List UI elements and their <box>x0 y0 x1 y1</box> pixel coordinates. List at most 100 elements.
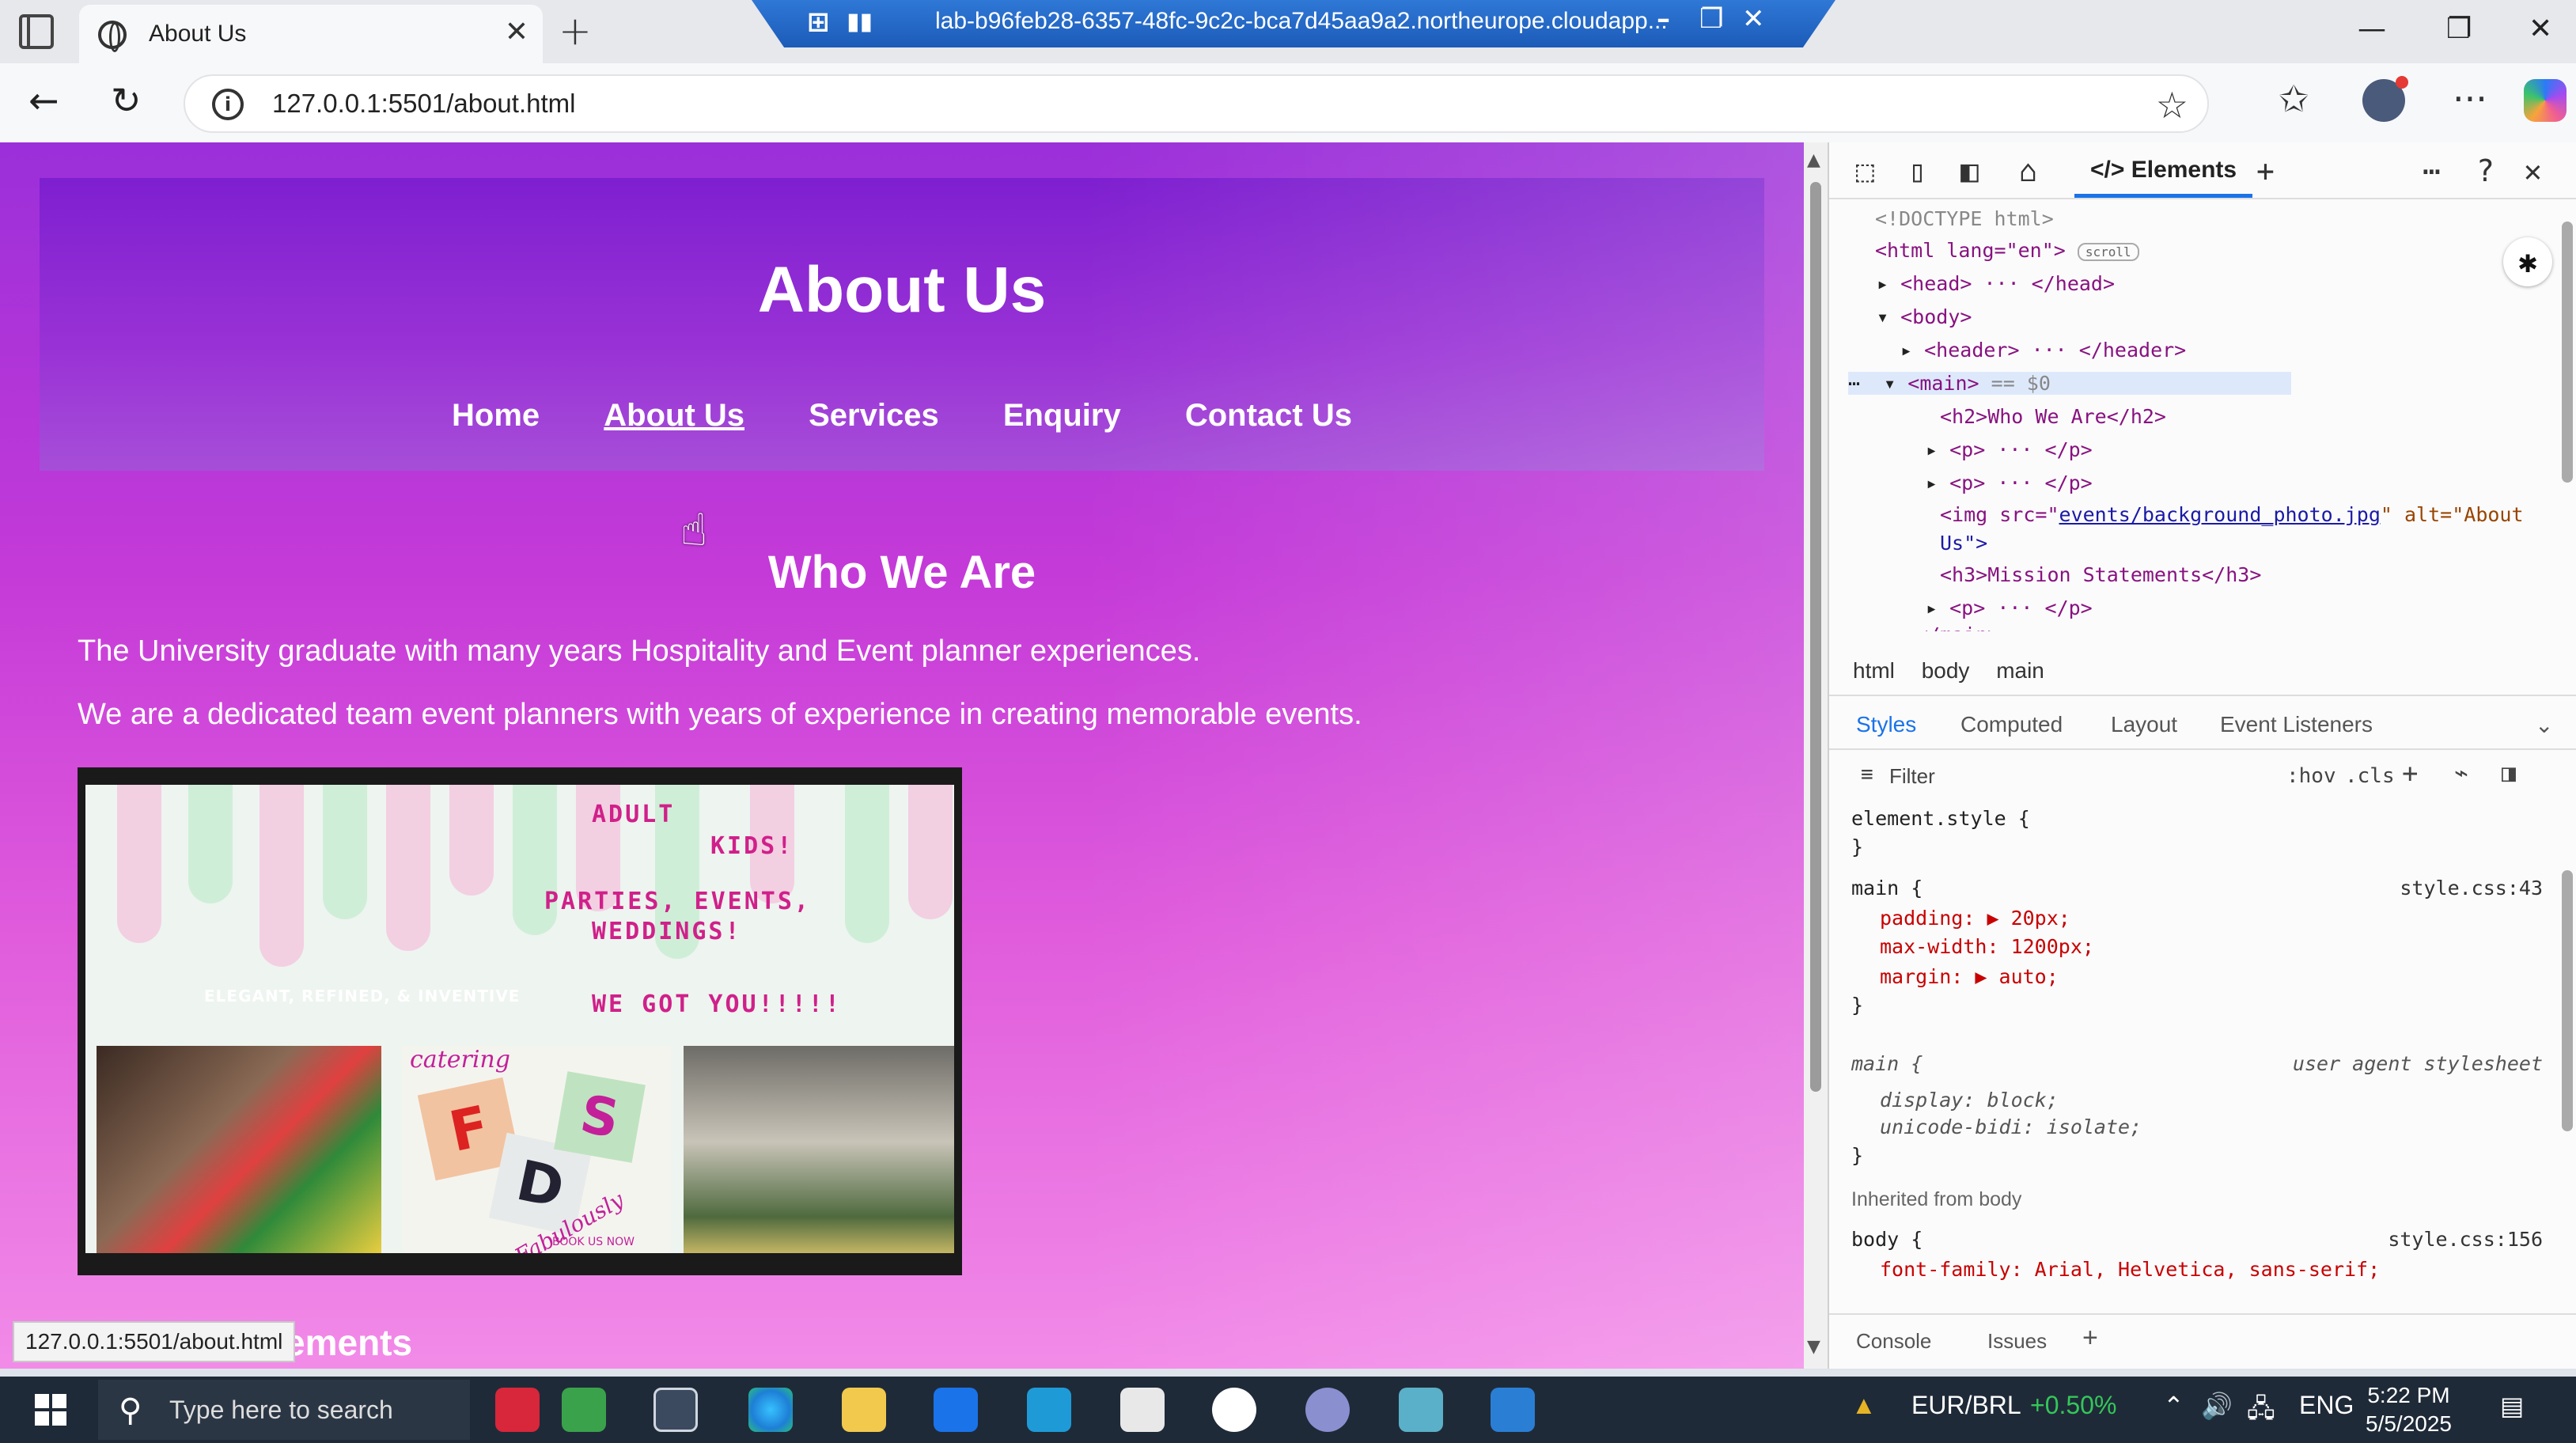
hov-toggle[interactable]: :hov <box>2286 764 2336 788</box>
nav-contact-link[interactable]: Contact Us <box>1185 398 1352 434</box>
styles-scrollbar[interactable] <box>2562 870 2573 1131</box>
edge-icon[interactable] <box>748 1388 793 1432</box>
prop-font-family[interactable]: font-family: Arial, Helvetica, sans-seri… <box>1880 1258 2380 1281</box>
settings-more-button[interactable]: ··· <box>2453 78 2487 120</box>
devtools-close-icon[interactable]: ✕ <box>2524 153 2542 188</box>
body-style-source-link[interactable]: style.css:156 <box>2388 1228 2543 1251</box>
home-icon[interactable]: ⌂ <box>2019 153 2037 188</box>
dom-img[interactable]: <img src="events/background_photo.jpg" a… <box>1940 503 2524 526</box>
dom-body[interactable]: ▾ <body> <box>1877 305 1972 328</box>
pin-icon[interactable]: ⊞ <box>807 6 830 38</box>
accessibility-icon[interactable]: ✱ <box>2503 237 2552 286</box>
help-icon[interactable]: ? <box>2476 153 2495 188</box>
device-toggle-icon[interactable]: ▯ <box>1908 153 1926 188</box>
reload-button[interactable]: ↻ <box>111 79 142 122</box>
sidebar-toggle-icon[interactable]: ◨ <box>2502 759 2516 787</box>
inspect-icon[interactable]: ⬚ <box>1856 153 1874 188</box>
scroll-down-icon[interactable]: ▼ <box>1807 1337 1820 1357</box>
clock[interactable]: 5:22 PM 5/5/2025 <box>2366 1381 2452 1438</box>
filter-input[interactable]: Filter <box>1889 764 1935 789</box>
breadcrumb-html[interactable]: html <box>1853 658 1895 683</box>
profile-avatar[interactable] <box>2362 76 2408 122</box>
app-icon-a[interactable] <box>1212 1388 1256 1432</box>
dom-doctype[interactable]: <!DOCTYPE html> <box>1875 207 2054 230</box>
dom-html[interactable]: <html lang="en"> scroll <box>1875 239 2139 262</box>
back-button[interactable]: ← <box>28 79 59 122</box>
nav-services-link[interactable]: Services <box>809 398 939 434</box>
scroll-thumb[interactable] <box>1810 182 1821 1092</box>
language-indicator[interactable]: ENG <box>2299 1391 2354 1420</box>
tab-styles[interactable]: Styles <box>1856 712 1916 737</box>
add-tab-icon[interactable]: + <box>2256 153 2275 188</box>
url-field[interactable]: i 127.0.0.1:5501/about.html ☆ <box>184 74 2209 133</box>
nav-enquiry-link[interactable]: Enquiry <box>1003 398 1121 434</box>
favorite-star-icon[interactable]: ☆ <box>2156 84 2188 127</box>
dom-p3[interactable]: ▸ <p> ··· </p> <box>1926 597 2093 619</box>
cls-toggle[interactable]: .cls <box>2345 764 2395 788</box>
url-text[interactable]: 127.0.0.1:5501/about.html <box>272 89 575 119</box>
dom-p1[interactable]: ▸ <p> ··· </p> <box>1926 438 2093 461</box>
dom-head[interactable]: ▸ <head> ··· </head> <box>1877 272 2115 295</box>
github-icon[interactable] <box>1305 1388 1350 1432</box>
app-icon-green[interactable] <box>562 1388 606 1432</box>
tray-expand-icon[interactable]: ⌃ <box>2163 1391 2184 1421</box>
breadcrumb-main[interactable]: main <box>1996 658 2044 683</box>
tab-layout[interactable]: Layout <box>2111 712 2177 737</box>
search-placeholder[interactable]: Type here to search <box>169 1396 393 1425</box>
favorites-icon[interactable]: ✩ <box>2279 78 2309 120</box>
dock-icon[interactable]: ◧ <box>1960 153 1979 188</box>
taskbar-search[interactable]: ⚲ Type here to search <box>98 1380 470 1440</box>
vscode-icon[interactable] <box>1491 1388 1535 1432</box>
dom-h2[interactable]: <h2>Who We Are</h2> <box>1940 405 2166 428</box>
dom-p2[interactable]: ▸ <p> ··· </p> <box>1926 472 2093 494</box>
window-maximize-button[interactable]: ❐ <box>2446 13 2472 45</box>
info-icon[interactable]: i <box>212 89 244 120</box>
browser-tab-about[interactable]: About Us ✕ <box>79 5 543 63</box>
paint-icon[interactable]: ⌁ <box>2454 759 2468 787</box>
tab-close-button[interactable]: ✕ <box>505 16 528 48</box>
tab-elements[interactable]: </> Elements <box>2074 157 2253 198</box>
new-rule-icon[interactable]: + <box>2402 758 2418 790</box>
rule-element-style[interactable]: element.style { <box>1851 807 2030 830</box>
copilot-icon[interactable] <box>2524 79 2567 122</box>
new-tab-button[interactable]: + <box>559 8 592 54</box>
window-close-button[interactable]: ✕ <box>2529 13 2552 45</box>
start-button[interactable] <box>35 1394 66 1426</box>
app-icon-m[interactable] <box>1399 1388 1443 1432</box>
nav-home-link[interactable]: Home <box>452 398 540 434</box>
remote-minimize-button[interactable]: – <box>1657 3 1670 35</box>
tab-console[interactable]: Console <box>1856 1329 1931 1354</box>
img-src-link[interactable]: events/background_photo.jpg <box>2059 503 2381 526</box>
mail-icon[interactable] <box>1027 1388 1071 1432</box>
tab-issues[interactable]: Issues <box>1987 1329 2047 1354</box>
ticker-symbol[interactable]: EUR/BRL <box>1911 1391 2021 1420</box>
store-icon[interactable] <box>934 1388 978 1432</box>
rule-main-selector[interactable]: main { <box>1851 877 1923 900</box>
page-scrollbar[interactable]: ▲ ▼ <box>1804 142 1828 1369</box>
tab-event-listeners[interactable]: Event Listeners <box>2220 712 2373 737</box>
prop-max-width[interactable]: max-width: 1200px; <box>1880 935 2094 958</box>
file-explorer-icon[interactable] <box>842 1388 886 1432</box>
task-view-icon[interactable] <box>653 1388 698 1432</box>
app-icon-red[interactable] <box>495 1388 540 1432</box>
tab-computed[interactable]: Computed <box>1960 712 2063 737</box>
dom-scrollbar[interactable] <box>2562 222 2573 483</box>
dom-h3[interactable]: <h3>Mission Statements</h3> <box>1940 563 2261 586</box>
dom-main-selected[interactable]: ⋯ ▾ <main> == $0 <box>1848 372 2291 395</box>
notification-icon[interactable]: ▤ <box>2500 1391 2524 1421</box>
window-minimize-button[interactable]: — <box>2358 13 2386 45</box>
remote-close-button[interactable]: ✕ <box>1742 3 1765 35</box>
chevron-down-icon[interactable]: ⌄ <box>2535 712 2553 738</box>
remote-restore-button[interactable]: ❐ <box>1699 3 1723 35</box>
paint-app-icon[interactable] <box>1120 1388 1165 1432</box>
add-drawer-tab-icon[interactable]: + <box>2082 1323 2098 1354</box>
scroll-up-icon[interactable]: ▲ <box>1807 150 1820 170</box>
breadcrumb-body[interactable]: body <box>1922 658 1970 683</box>
prop-margin[interactable]: margin: ▶ auto; <box>1880 965 2059 988</box>
rule-body-selector[interactable]: body { <box>1851 1228 1923 1251</box>
inherited-body-link[interactable]: body <box>1979 1188 2021 1210</box>
tab-actions-icon[interactable] <box>19 14 54 49</box>
dom-header[interactable]: ▸ <header> ··· </header> <box>1900 339 2186 362</box>
prop-padding[interactable]: padding: ▶ 20px; <box>1880 907 2070 930</box>
network-icon[interactable]: 🖧 <box>2247 1391 2275 1434</box>
